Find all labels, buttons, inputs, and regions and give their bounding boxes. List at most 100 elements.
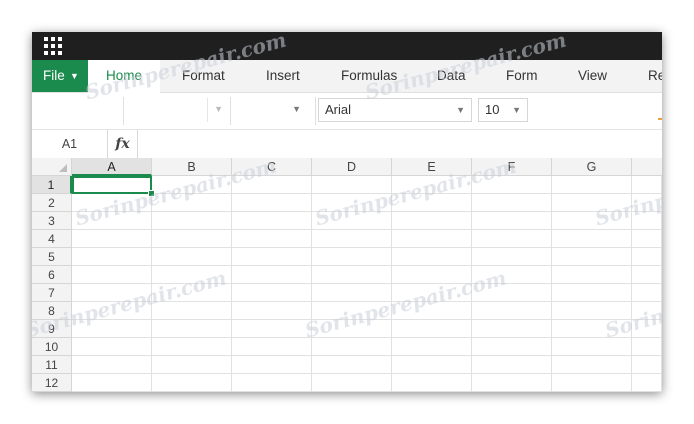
grid-cell[interactable] xyxy=(552,338,632,356)
grid-cell[interactable] xyxy=(552,302,632,320)
tab-data[interactable]: Data xyxy=(437,60,466,92)
grid-cell[interactable] xyxy=(312,284,392,302)
grid-cell[interactable] xyxy=(152,302,232,320)
grid-cell[interactable] xyxy=(632,194,662,212)
grid-cell[interactable] xyxy=(152,284,232,302)
column-header-a[interactable]: A xyxy=(72,158,152,176)
grid-cell[interactable] xyxy=(312,356,392,374)
grid-cell[interactable] xyxy=(232,284,312,302)
column-header-c[interactable]: C xyxy=(232,158,312,176)
grid-cell[interactable] xyxy=(472,338,552,356)
grid-cell[interactable] xyxy=(312,230,392,248)
grid-cell[interactable] xyxy=(72,356,152,374)
grid-cell[interactable] xyxy=(232,266,312,284)
grid-cell[interactable] xyxy=(392,374,472,392)
grid-cell[interactable] xyxy=(632,320,662,338)
row-header-5[interactable]: 5 xyxy=(32,248,72,266)
grid-cell[interactable] xyxy=(232,356,312,374)
row-header-4[interactable]: 4 xyxy=(32,230,72,248)
grid-cell[interactable] xyxy=(72,194,152,212)
formula-input[interactable] xyxy=(139,130,662,160)
row-header-1[interactable]: 1 xyxy=(32,176,72,194)
grid-cell[interactable] xyxy=(392,176,472,194)
grid-cell[interactable] xyxy=(472,212,552,230)
grid-cell[interactable] xyxy=(632,356,662,374)
row-header-9[interactable]: 9 xyxy=(32,320,72,338)
tab-home[interactable]: Home xyxy=(88,60,160,93)
column-header-e[interactable]: E xyxy=(392,158,472,176)
number-format-dropdown[interactable]: ▼ xyxy=(232,98,307,122)
grid-cell[interactable] xyxy=(552,374,632,392)
grid-cell[interactable] xyxy=(152,320,232,338)
grid-cell[interactable] xyxy=(552,284,632,302)
column-header-d[interactable]: D xyxy=(312,158,392,176)
grid-cell[interactable] xyxy=(552,356,632,374)
grid-cell[interactable] xyxy=(312,194,392,212)
grid-cell[interactable] xyxy=(472,356,552,374)
grid-cell[interactable] xyxy=(632,374,662,392)
grid-cell[interactable] xyxy=(152,266,232,284)
tab-form[interactable]: Form xyxy=(506,60,538,92)
grid-cell[interactable] xyxy=(632,302,662,320)
grid-cell[interactable] xyxy=(392,302,472,320)
row-header-12[interactable]: 12 xyxy=(32,374,72,392)
tab-insert[interactable]: Insert xyxy=(266,60,300,92)
grid-cell[interactable] xyxy=(632,266,662,284)
grid-cell[interactable] xyxy=(472,176,552,194)
name-box[interactable]: A1 xyxy=(32,130,108,158)
grid-cell[interactable] xyxy=(392,194,472,212)
spreadsheet-grid[interactable]: A B C D E F G 1 2 3 4 5 6 7 8 9 10 11 12 xyxy=(32,158,662,392)
grid-cell[interactable] xyxy=(552,248,632,266)
tab-review-partial[interactable]: Re xyxy=(648,60,662,92)
row-header-2[interactable]: 2 xyxy=(32,194,72,212)
grid-cell[interactable] xyxy=(552,266,632,284)
grid-cell[interactable] xyxy=(472,320,552,338)
grid-cell[interactable] xyxy=(152,374,232,392)
grid-cell[interactable] xyxy=(72,284,152,302)
grid-cell[interactable] xyxy=(232,302,312,320)
column-header-partial[interactable] xyxy=(632,158,662,176)
grid-cell[interactable] xyxy=(472,266,552,284)
file-menu-button[interactable]: File ▼ xyxy=(32,60,88,92)
grid-cell[interactable] xyxy=(312,374,392,392)
grid-cell[interactable] xyxy=(232,374,312,392)
grid-cell[interactable] xyxy=(392,212,472,230)
grid-cell[interactable] xyxy=(72,338,152,356)
column-header-b[interactable]: B xyxy=(152,158,232,176)
grid-cell[interactable] xyxy=(72,374,152,392)
active-cell-a1[interactable] xyxy=(72,176,152,194)
grid-cell[interactable] xyxy=(72,212,152,230)
grid-cell[interactable] xyxy=(152,356,232,374)
grid-cell[interactable] xyxy=(232,248,312,266)
grid-cell[interactable] xyxy=(632,248,662,266)
tab-format[interactable]: Format xyxy=(182,60,225,92)
grid-cell[interactable] xyxy=(152,230,232,248)
row-header-11[interactable]: 11 xyxy=(32,356,72,374)
column-header-f[interactable]: F xyxy=(472,158,552,176)
grid-cell[interactable] xyxy=(552,212,632,230)
grid-cell[interactable] xyxy=(72,248,152,266)
grid-cell[interactable] xyxy=(472,194,552,212)
grid-cell[interactable] xyxy=(392,338,472,356)
grid-cell[interactable] xyxy=(632,284,662,302)
grid-cell[interactable] xyxy=(152,194,232,212)
column-header-g[interactable]: G xyxy=(552,158,632,176)
row-header-8[interactable]: 8 xyxy=(32,302,72,320)
grid-cell[interactable] xyxy=(472,284,552,302)
row-header-3[interactable]: 3 xyxy=(32,212,72,230)
grid-cell[interactable] xyxy=(232,176,312,194)
font-size-select[interactable]: 10 ▼ xyxy=(478,98,528,122)
tab-view[interactable]: View xyxy=(578,60,607,92)
grid-cell[interactable] xyxy=(72,266,152,284)
grid-cell[interactable] xyxy=(392,356,472,374)
grid-cell[interactable] xyxy=(392,230,472,248)
grid-cell[interactable] xyxy=(632,338,662,356)
grid-cell[interactable] xyxy=(392,320,472,338)
font-family-select[interactable]: Arial ▼ xyxy=(318,98,472,122)
grid-cell[interactable] xyxy=(552,194,632,212)
grid-cell[interactable] xyxy=(392,248,472,266)
fill-handle[interactable] xyxy=(148,190,155,197)
grid-cell[interactable] xyxy=(472,302,552,320)
style-dropdown[interactable]: ▼ xyxy=(207,98,227,122)
grid-cell[interactable] xyxy=(312,248,392,266)
